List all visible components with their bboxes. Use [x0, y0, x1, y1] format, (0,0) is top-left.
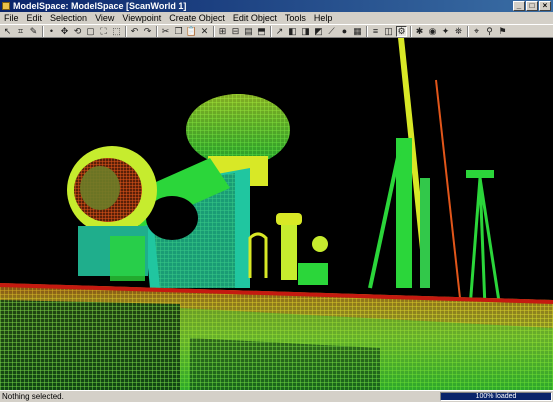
load-progress-bar: 100% loaded: [440, 392, 552, 401]
thin-antenna: [435, 79, 461, 299]
pencil-icon[interactable]: ✎: [28, 26, 39, 37]
brush-icon[interactable]: ⟋: [326, 26, 337, 37]
undo-icon[interactable]: ↶: [129, 26, 140, 37]
diagonal-brace: [368, 147, 402, 289]
ungroup-icon[interactable]: ⊟: [230, 26, 241, 37]
menu-viewpoint[interactable]: Viewpoint: [118, 12, 165, 24]
app-icon: [2, 2, 10, 10]
region-icon[interactable]: ⬒: [256, 26, 267, 37]
toolbar-separator: [467, 26, 469, 37]
group-icon[interactable]: ⊞: [217, 26, 228, 37]
tripod-head: [466, 170, 494, 178]
menu-help[interactable]: Help: [310, 12, 337, 24]
rectangle-icon[interactable]: ▢: [85, 26, 96, 37]
small-device-body: [281, 225, 297, 280]
close-button[interactable]: ×: [539, 1, 551, 11]
menu-view[interactable]: View: [91, 12, 118, 24]
main-toolbar: ↖ ⌗ ✎ • ✥ ⟲ ▢ ⛶ ⬚ ↶ ↷ ✂ ❐ 📋 ✕ ⊞ ⊟ ▤ ⬒ ↗ ◧ ◨ ◩ ⟋ ● ▦ ≡ ◫ ⚙ ✱ ◉ ✦ ⛯ ⌖ ⚲ ⚑: [0, 24, 553, 38]
cut-icon[interactable]: ✂: [160, 26, 171, 37]
fence-icon[interactable]: ⌗: [15, 26, 26, 37]
delete-icon[interactable]: ✕: [199, 26, 210, 37]
toolbar-separator: [366, 26, 368, 37]
tripod-leg-a: [468, 177, 482, 309]
point-cloud-scene: [0, 38, 553, 390]
box-icon[interactable]: ⬚: [111, 26, 122, 37]
color-icon[interactable]: ✱: [414, 26, 425, 37]
globe-icon[interactable]: ◉: [427, 26, 438, 37]
station-icon[interactable]: ⛯: [453, 26, 464, 37]
fly-icon[interactable]: ⚑: [497, 26, 508, 37]
menu-tools[interactable]: Tools: [281, 12, 310, 24]
shaded-icon[interactable]: ◨: [300, 26, 311, 37]
stack-icon[interactable]: ≡: [370, 26, 381, 37]
status-message: Nothing selected.: [2, 392, 64, 401]
surface-icon[interactable]: ◩: [313, 26, 324, 37]
fit-icon[interactable]: ⛶: [98, 26, 109, 37]
small-device-knob: [312, 236, 328, 252]
grid-icon[interactable]: ▦: [352, 26, 363, 37]
pan-icon[interactable]: ✥: [59, 26, 70, 37]
menu-edit-object[interactable]: Edit Object: [229, 12, 281, 24]
status-bar: Nothing selected. 100% loaded: [0, 390, 553, 402]
menu-bar: File Edit Selection View Viewpoint Creat…: [0, 12, 553, 24]
menu-selection[interactable]: Selection: [46, 12, 91, 24]
load-progress-label: 100% loaded: [475, 393, 517, 400]
toolbar-separator: [125, 26, 127, 37]
frames-icon[interactable]: ◫: [383, 26, 394, 37]
scanner-icon[interactable]: ⚙: [396, 26, 407, 37]
paste-icon[interactable]: 📋: [186, 26, 197, 37]
toolbar-separator: [410, 26, 412, 37]
render-icon[interactable]: ✦: [440, 26, 451, 37]
small-pipe: [248, 232, 268, 278]
toolbar-separator: [213, 26, 215, 37]
menu-edit[interactable]: Edit: [23, 12, 47, 24]
select-icon[interactable]: ↖: [2, 26, 13, 37]
dot-icon[interactable]: •: [46, 26, 57, 37]
copy-icon[interactable]: ❐: [173, 26, 184, 37]
walk-icon[interactable]: ⚲: [484, 26, 495, 37]
window-titlebar: ModelSpace: ModelSpace [ScanWorld 1] _ □…: [0, 0, 553, 12]
minimize-button[interactable]: _: [513, 1, 525, 11]
target-icon[interactable]: ⌖: [471, 26, 482, 37]
toolbar-separator: [156, 26, 158, 37]
deck-rail: [0, 300, 180, 390]
model-icon[interactable]: ◧: [287, 26, 298, 37]
small-box: [298, 263, 328, 285]
sphere-icon[interactable]: ●: [339, 26, 350, 37]
toolbar-separator: [42, 26, 44, 37]
rotate-icon[interactable]: ⟲: [72, 26, 83, 37]
point-cloud-viewport[interactable]: [0, 38, 553, 390]
menu-file[interactable]: File: [0, 12, 23, 24]
redo-icon[interactable]: ↷: [142, 26, 153, 37]
small-device-cap: [276, 213, 302, 225]
window-title: ModelSpace: ModelSpace [ScanWorld 1]: [13, 1, 187, 11]
maximize-button[interactable]: □: [526, 1, 538, 11]
post-right: [420, 178, 430, 288]
measure-icon[interactable]: ↗: [274, 26, 285, 37]
layer-icon[interactable]: ▤: [243, 26, 254, 37]
menu-create-object[interactable]: Create Object: [165, 12, 229, 24]
toolbar-separator: [270, 26, 272, 37]
